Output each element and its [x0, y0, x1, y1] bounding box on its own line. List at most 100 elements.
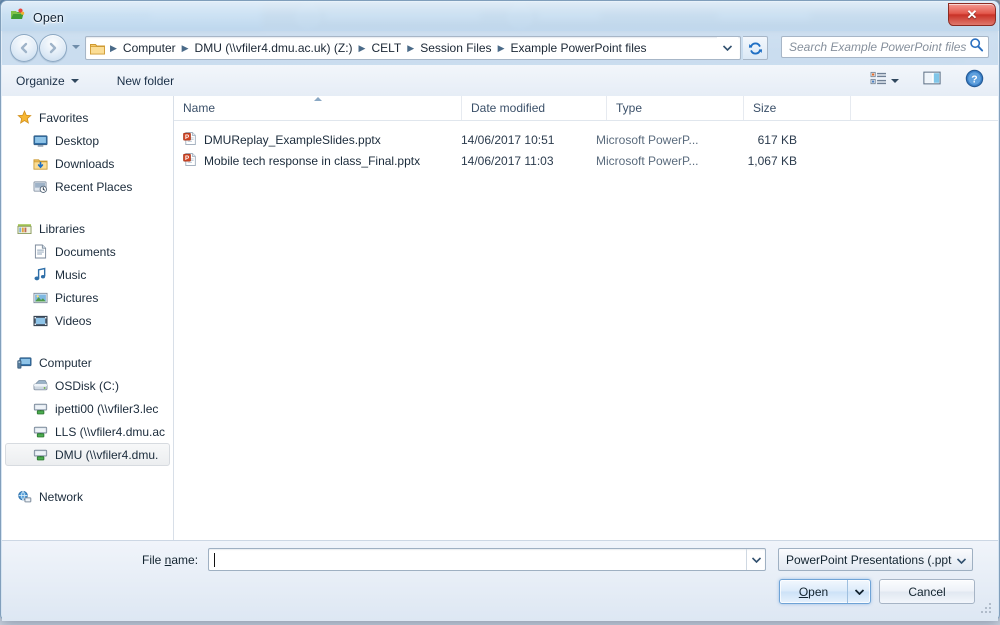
- change-view-button[interactable]: [864, 67, 905, 95]
- close-button[interactable]: ✕: [948, 3, 996, 26]
- file-name-cell: P DMUReplay_ExampleSlides.pptx: [174, 131, 452, 149]
- sidebar-item-downloads[interactable]: Downloads: [5, 152, 170, 175]
- breadcrumb-item-celt[interactable]: CELT: [368, 39, 404, 57]
- sidebar-label: Recent Places: [55, 179, 133, 194]
- videos-icon: [32, 313, 48, 329]
- sidebar-label: Downloads: [55, 156, 115, 171]
- folder-open-icon: [10, 7, 26, 28]
- open-label-accel: O: [798, 584, 809, 599]
- file-size-cell: 1,067 KB: [747, 153, 797, 168]
- sidebar-label: Favorites: [39, 110, 89, 125]
- organize-button[interactable]: Organize: [6, 69, 89, 93]
- star-icon: [16, 110, 32, 126]
- chevron-down-icon: [854, 588, 864, 595]
- sidebar-label: ipetti00 (\\vfiler3.lec: [55, 401, 159, 416]
- breadcrumb-separator: ▶: [407, 42, 415, 53]
- file-name-dropdown-button[interactable]: [746, 549, 765, 570]
- open-button-label: Open: [780, 580, 847, 603]
- column-header-name[interactable]: Name: [174, 96, 462, 120]
- navigation-pane[interactable]: Favorites Desktop Downloads Recent Place…: [2, 96, 174, 540]
- search-input[interactable]: Search Example PowerPoint files: [781, 36, 989, 58]
- sidebar-item-computer[interactable]: Computer: [5, 351, 170, 374]
- address-dropdown-button[interactable]: [717, 37, 738, 59]
- back-arrow-icon: [20, 42, 28, 54]
- file-type-cell: Microsoft PowerP...: [596, 153, 699, 168]
- title-bar-left: Open: [10, 7, 64, 28]
- sidebar-label: Music: [55, 267, 87, 282]
- network-drive-icon: [32, 447, 48, 463]
- sidebar-group-libraries: Libraries Documents Music Pictures Video…: [2, 217, 173, 332]
- preview-pane-button[interactable]: [917, 66, 947, 95]
- close-icon: ✕: [966, 7, 978, 22]
- sidebar-item-pictures[interactable]: Pictures: [5, 286, 170, 309]
- chevron-down-icon: [70, 78, 79, 83]
- file-list-top-spacer: [174, 121, 998, 129]
- column-header-date-modified[interactable]: Date modified: [462, 96, 607, 120]
- sidebar-label: Pictures: [55, 290, 99, 305]
- sidebar-item-libraries[interactable]: Libraries: [5, 217, 170, 240]
- forward-button[interactable]: [39, 34, 67, 62]
- file-name-input[interactable]: [208, 548, 766, 571]
- file-name-label-post: ame:: [171, 553, 199, 567]
- address-folder-icon: [90, 42, 105, 55]
- sidebar-item-music[interactable]: Music: [5, 263, 170, 286]
- command-toolbar: Organize New folder ?: [2, 65, 998, 97]
- file-name-label: DMUReplay_ExampleSlides.pptx: [204, 132, 381, 147]
- sidebar-item-documents[interactable]: Documents: [5, 240, 170, 263]
- cancel-button[interactable]: Cancel: [879, 579, 975, 604]
- breadcrumb-item-session-files[interactable]: Session Files: [417, 39, 494, 57]
- search-icon: [969, 37, 984, 57]
- pictures-icon: [32, 290, 48, 306]
- table-row[interactable]: P DMUReplay_ExampleSlides.pptx 14/06/201…: [174, 129, 998, 150]
- new-folder-button[interactable]: New folder: [107, 69, 184, 93]
- resize-grip[interactable]: [981, 603, 993, 615]
- svg-text:P: P: [185, 154, 189, 161]
- help-button[interactable]: ?: [959, 65, 990, 97]
- file-name-cell: P Mobile tech response in class_Final.pp…: [174, 152, 452, 170]
- cancel-button-label: Cancel: [908, 584, 946, 599]
- sidebar-label: Videos: [55, 313, 92, 328]
- documents-icon: [32, 244, 48, 260]
- breadcrumb-item-example-powerpoint-files[interactable]: Example PowerPoint files: [507, 39, 649, 57]
- sidebar-item-desktop[interactable]: Desktop: [5, 129, 170, 152]
- file-type-cell: Microsoft PowerP...: [596, 132, 699, 147]
- downloads-icon: [32, 156, 48, 172]
- svg-text:P: P: [185, 133, 189, 140]
- file-name-label: File name:: [142, 553, 198, 567]
- sidebar-item-network[interactable]: Network: [5, 485, 170, 508]
- window-title: Open: [33, 10, 64, 25]
- file-list-pane[interactable]: Name Date modified Type Size P DMUReplay…: [174, 96, 998, 540]
- sidebar-item-ipetti00[interactable]: ipetti00 (\\vfiler3.lec: [5, 397, 170, 420]
- sidebar-item-recent-places[interactable]: Recent Places: [5, 175, 170, 198]
- column-header-type[interactable]: Type: [607, 96, 744, 120]
- chevron-down-icon: [723, 45, 732, 51]
- address-bar[interactable]: ▶ Computer ▶ DMU (\\vfiler4.dmu.ac.uk) (…: [85, 36, 741, 60]
- table-row[interactable]: P Mobile tech response in class_Final.pp…: [174, 150, 998, 171]
- help-icon: ?: [965, 69, 984, 93]
- open-split-dropdown-button[interactable]: [847, 580, 870, 603]
- sidebar-item-favorites[interactable]: Favorites: [5, 106, 170, 129]
- chevron-down-icon: [956, 553, 967, 567]
- title-bar[interactable]: Open ✕: [1, 1, 999, 31]
- recent-pages-chevron-icon[interactable]: [72, 45, 80, 49]
- sidebar-group-computer: Computer OSDisk (C:) ipetti00 (\\vfiler3…: [2, 351, 173, 466]
- sidebar-label: Network: [39, 489, 84, 504]
- sidebar-item-osdisk[interactable]: OSDisk (C:): [5, 374, 170, 397]
- breadcrumb-item-dmu[interactable]: DMU (\\vfiler4.dmu.ac.uk) (Z:): [192, 39, 356, 57]
- file-type-select[interactable]: PowerPoint Presentations (.ppt: [778, 548, 973, 571]
- music-icon: [32, 267, 48, 283]
- back-button[interactable]: [10, 34, 38, 62]
- breadcrumb-separator: ▶: [181, 42, 189, 53]
- sidebar-item-lls[interactable]: LLS (\\vfiler4.dmu.ac: [5, 420, 170, 443]
- column-header-size[interactable]: Size: [744, 96, 851, 120]
- open-button[interactable]: Open: [779, 579, 871, 604]
- breadcrumb-item-computer[interactable]: Computer: [120, 39, 179, 57]
- sidebar-label: Computer: [39, 355, 92, 370]
- sidebar-item-videos[interactable]: Videos: [5, 309, 170, 332]
- sidebar-item-dmu[interactable]: DMU (\\vfiler4.dmu.: [5, 443, 170, 466]
- preview-pane-icon: [923, 70, 941, 91]
- refresh-button[interactable]: [743, 36, 768, 60]
